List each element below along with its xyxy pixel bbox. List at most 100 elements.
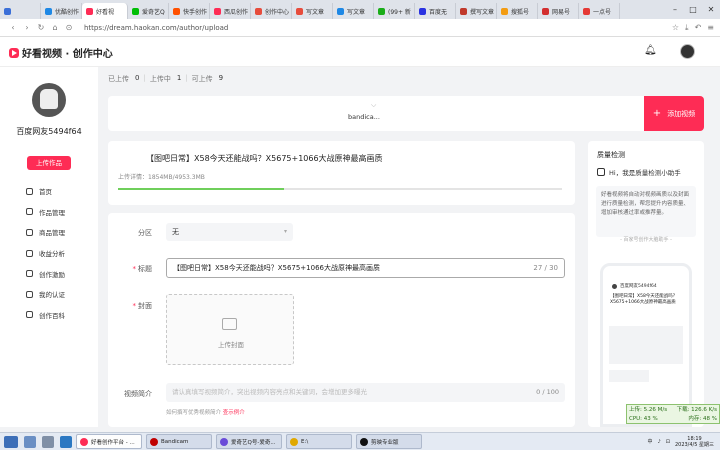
bag-icon	[26, 228, 33, 236]
url-field[interactable]: https://dream.haokan.com/author/upload	[84, 24, 228, 32]
undo-icon[interactable]: ↶	[695, 23, 702, 33]
app-icon	[150, 437, 158, 446]
stat-uploaded-label: 已上传	[108, 75, 129, 83]
explorer-icon[interactable]	[42, 435, 54, 448]
minimize-button[interactable]: –	[666, 5, 684, 14]
site-logo[interactable]: 好看视频 · 创作中心	[9, 45, 113, 60]
user-avatar[interactable]	[680, 44, 695, 59]
sidebar-item-label: 创作激励	[39, 270, 65, 279]
browser-tab[interactable]: 一点号	[579, 3, 620, 19]
back-icon[interactable]: ‹	[6, 23, 20, 32]
browser-tab[interactable]: 百度无	[415, 3, 456, 19]
close-button[interactable]: ✕	[702, 5, 720, 14]
description-placeholder: 请认真填写视频简介，突出视频内容亮点和关键词，会增加更多曝光	[172, 388, 367, 396]
network-monitor: 上传: 5.26 M/s 下载: 126.6 K/s CPU: 43 % 内存: 4…	[626, 404, 720, 424]
taskbar-task[interactable]: 爱奇艺Q号-爱奇...	[216, 434, 282, 449]
browser-icon[interactable]	[60, 435, 72, 448]
description-input[interactable]: 请认真填写视频简介，突出视频内容亮点和关键词，会增加更多曝光 0 / 100	[166, 383, 565, 402]
reload-icon[interactable]: ↻	[34, 23, 48, 32]
sidebar-item-label: 我的认证	[39, 291, 65, 300]
taskbar-task[interactable]: 好看创作平台 - ...	[76, 434, 142, 449]
upload-file-name[interactable]: bandica...	[348, 113, 380, 121]
preview-placeholder	[609, 326, 683, 364]
stat-pending: 9	[218, 74, 224, 82]
browser-tab[interactable]: 西瓜创作	[210, 3, 251, 19]
chevron-down-icon[interactable]: ⌵	[371, 101, 376, 110]
browser-tab[interactable]: (99+ 新	[374, 3, 415, 19]
upload-progress-card: 【图吧日常】X58今天还能战吗？X5675+1066大战原神最高画质 上传详情：…	[108, 141, 575, 205]
upload-work-button[interactable]: 上传作品	[27, 156, 71, 170]
browser-tab[interactable]: 快手创作	[169, 3, 210, 19]
browser-tab[interactable]: 搜狐号	[497, 3, 538, 19]
app-icon	[290, 437, 298, 446]
download-icon[interactable]: ⤓	[685, 23, 689, 33]
sidebar-item-label: 作品管理	[39, 208, 65, 217]
taskbar-task[interactable]: E:\	[286, 434, 352, 449]
sidebar-item-label: 商品管理	[39, 229, 65, 238]
stat-pending-label: 可上传	[191, 75, 213, 83]
tab-label: 快手创作	[183, 8, 208, 16]
avatar[interactable]	[32, 83, 66, 117]
browser-tab[interactable]: 撰写文章	[456, 3, 497, 19]
volume-icon[interactable]: ♪	[658, 439, 661, 445]
chart-icon	[26, 249, 33, 257]
bell-icon[interactable]: 🔔︎	[644, 45, 657, 57]
tab-label: 爱奇艺Q	[142, 8, 165, 16]
quality-bot-text: Hi，我是质量检测小助手	[609, 169, 681, 177]
sidebar-item-verification[interactable]: 我的认证	[26, 284, 65, 305]
taskbar-task[interactable]: 剪映专业版	[356, 434, 422, 449]
forward-icon[interactable]: ›	[20, 23, 34, 32]
title-label: * 标题	[108, 264, 153, 274]
start-button[interactable]	[4, 435, 18, 448]
title-input[interactable]: 【图吧日常】X58今天还能战吗？X5675+1066大战原神最高画质 27 / 3…	[166, 258, 565, 278]
chevron-down-icon: ▾	[283, 228, 287, 235]
tab-favicon-icon	[542, 7, 549, 15]
maximize-button[interactable]: □	[684, 5, 702, 14]
sidebar-item-earnings[interactable]: 收益分析	[26, 243, 65, 264]
sidebar-item-label: 首页	[39, 188, 52, 197]
description-hint: 如何撰写优秀视频简介 查示例介	[166, 408, 245, 416]
browser-tab[interactable]	[0, 3, 41, 19]
required-mark: *	[132, 265, 137, 273]
app-icon	[360, 437, 368, 446]
video-info-form: 分区 无 ▾ * 标题 【图吧日常】X58今天还能战吗？X5675+1066大战原神…	[108, 213, 575, 427]
sidebar-item-wiki[interactable]: 创作百科	[26, 305, 65, 326]
upload-stats: 已上传 0 | 上传中 1 | 可上传 9	[108, 74, 223, 84]
ime-icon[interactable]: 中	[648, 438, 653, 445]
plus-icon: +	[652, 108, 662, 119]
browser-tab[interactable]: 写文章	[333, 3, 374, 19]
menu-icon[interactable]: ≡	[707, 23, 714, 33]
app-icon	[80, 437, 88, 446]
sidebar-item-incentive[interactable]: 创作激励	[26, 263, 65, 284]
hint-example-link[interactable]: 查示例介	[223, 410, 245, 416]
ie-icon[interactable]	[24, 435, 36, 448]
tab-label: (99+ 新	[388, 8, 411, 16]
network-icon[interactable]: ⊡	[666, 439, 670, 445]
browser-tab[interactable]: 网易号	[538, 3, 579, 19]
browser-tab[interactable]: 创作中心	[251, 3, 292, 19]
book-icon	[26, 311, 33, 319]
task-label: E:\	[301, 438, 309, 445]
taskbar-task[interactable]: Bandicam	[146, 434, 212, 449]
star-icon[interactable]: ☆	[672, 23, 679, 33]
add-video-button[interactable]: + 添加视频	[644, 96, 704, 131]
tab-label: 网易号	[552, 8, 571, 16]
quality-bot: Hi，我是质量检测小助手	[597, 167, 681, 177]
sidebar-item-products[interactable]: 商品管理	[26, 222, 65, 243]
browser-tab[interactable]: 好看视	[82, 3, 128, 19]
quality-footer: - 百家号创作大脑助手 -	[620, 237, 672, 243]
sidebar-item-works[interactable]: 作品管理	[26, 202, 65, 223]
browser-tab[interactable]: 写文章	[292, 3, 333, 19]
category-select[interactable]: 无 ▾	[166, 223, 293, 241]
home-icon[interactable]: ⌂	[48, 23, 62, 32]
gift-icon	[26, 270, 33, 278]
browser-tab[interactable]: 爱奇艺Q	[128, 3, 169, 19]
app-icon	[220, 437, 228, 446]
category-value: 无	[172, 228, 179, 236]
browser-tab[interactable]: 优酷创作	[41, 3, 82, 19]
clock[interactable]: 18:19 2023/4/5 星期三	[675, 436, 714, 448]
tab-favicon-icon	[255, 7, 262, 15]
sidebar-item-home[interactable]: 首页	[26, 181, 65, 202]
stat-uploading-label: 上传中	[149, 75, 171, 83]
cover-upload-box[interactable]: 上传封面	[166, 294, 294, 365]
